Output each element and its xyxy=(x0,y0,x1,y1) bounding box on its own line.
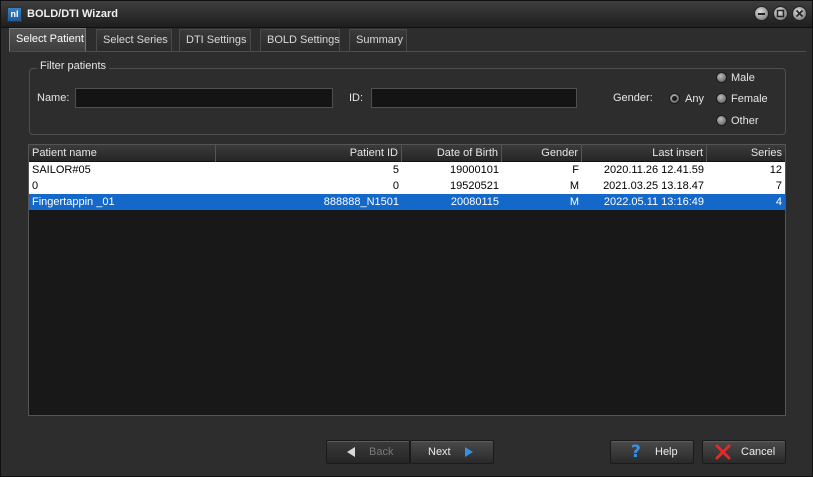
table-header: Patient name Patient ID Date of Birth Ge… xyxy=(29,145,785,162)
cell-patient-id: 0 xyxy=(392,180,399,192)
cell-patient-name: 0 xyxy=(32,180,39,192)
gender-female-radio[interactable] xyxy=(716,93,727,104)
cell-series: 12 xyxy=(769,164,782,176)
arrow-right-icon xyxy=(465,447,473,457)
gender-any-label[interactable]: Any xyxy=(685,93,704,105)
table-row-selected[interactable]: Fingertappin _01 888888_N1501 20080115 M… xyxy=(29,194,785,210)
cell-date-of-birth: 19520521 xyxy=(450,180,499,192)
name-input[interactable] xyxy=(75,88,333,108)
help-button-label: Help xyxy=(655,446,678,458)
tab-select-series[interactable]: Select Series xyxy=(96,29,172,51)
column-header-date-of-birth[interactable]: Date of Birth xyxy=(402,145,502,162)
tab-summary[interactable]: Summary xyxy=(349,29,407,51)
gender-other-radio[interactable] xyxy=(716,115,727,126)
cell-series: 4 xyxy=(775,196,782,208)
gender-female-label[interactable]: Female xyxy=(731,93,768,105)
cell-date-of-birth: 20080115 xyxy=(450,196,499,208)
cell-patient-name: SAILOR#05 xyxy=(32,164,91,176)
cell-last-insert: 2021.03.25 13.18.47 xyxy=(603,180,704,192)
next-button[interactable]: Next xyxy=(410,440,494,464)
cell-gender: M xyxy=(569,180,579,192)
window-title: BOLD/DTI Wizard xyxy=(27,8,118,20)
cell-patient-id: 888888_N1501 xyxy=(323,196,399,208)
name-label: Name: xyxy=(37,92,70,104)
tab-select-patient[interactable]: Select Patient xyxy=(9,28,86,52)
cell-patient-id: 5 xyxy=(392,164,399,176)
gender-other-label[interactable]: Other xyxy=(731,115,759,127)
cancel-button-label: Cancel xyxy=(741,446,776,458)
cell-last-insert: 2022.05.11 13:16:49 xyxy=(603,196,704,208)
app-icon: nI xyxy=(7,7,22,22)
column-header-series[interactable]: Series xyxy=(707,145,785,162)
cell-patient-name: Fingertappin _01 xyxy=(32,196,115,208)
back-button-label: Back xyxy=(369,446,394,458)
column-header-patient-name[interactable]: Patient name xyxy=(29,145,216,162)
cell-gender: F xyxy=(572,164,579,176)
column-header-last-insert[interactable]: Last insert xyxy=(582,145,707,162)
tab-divider xyxy=(9,51,806,52)
maximize-button[interactable] xyxy=(773,6,788,21)
help-icon: ? xyxy=(631,442,641,462)
table-row[interactable]: SAILOR#05 5 19000101 F 2020.11.26 12.41.… xyxy=(29,162,785,178)
id-label: ID: xyxy=(349,92,364,104)
gender-label: Gender: xyxy=(613,92,653,104)
gender-male-radio[interactable] xyxy=(716,72,727,83)
help-button[interactable]: ? Help xyxy=(610,440,694,464)
column-header-patient-id[interactable]: Patient ID xyxy=(216,145,402,162)
arrow-left-icon xyxy=(347,447,355,457)
cancel-button[interactable]: Cancel xyxy=(702,440,786,464)
title-bar[interactable]: nI BOLD/DTI Wizard xyxy=(1,1,812,28)
minimize-button[interactable] xyxy=(754,6,769,21)
wizard-window: nI BOLD/DTI Wizard Select Patient Select… xyxy=(0,0,813,477)
close-icon xyxy=(795,9,804,18)
patient-table[interactable]: Patient name Patient ID Date of Birth Ge… xyxy=(28,144,786,416)
cell-gender: M xyxy=(569,196,579,208)
tab-bold-settings[interactable]: BOLD Settings xyxy=(260,29,340,51)
filter-group-title: Filter patients xyxy=(37,60,110,72)
maximize-icon xyxy=(776,9,785,18)
column-header-gender[interactable]: Gender xyxy=(502,145,582,162)
close-window-button[interactable] xyxy=(792,6,807,21)
minimize-icon xyxy=(758,13,765,15)
gender-any-radio[interactable] xyxy=(669,93,680,104)
table-row[interactable]: 0 0 19520521 M 2021.03.25 13.18.47 7 xyxy=(29,178,785,194)
cell-series: 7 xyxy=(775,180,782,192)
tab-dti-settings[interactable]: DTI Settings xyxy=(179,29,251,51)
back-button[interactable]: Back xyxy=(326,440,410,464)
id-input[interactable] xyxy=(371,88,577,108)
cell-date-of-birth: 19000101 xyxy=(450,164,499,176)
gender-male-label[interactable]: Male xyxy=(731,72,755,84)
cell-last-insert: 2020.11.26 12.41.59 xyxy=(603,164,704,176)
next-button-label: Next xyxy=(428,446,451,458)
cancel-x-icon xyxy=(715,444,731,460)
